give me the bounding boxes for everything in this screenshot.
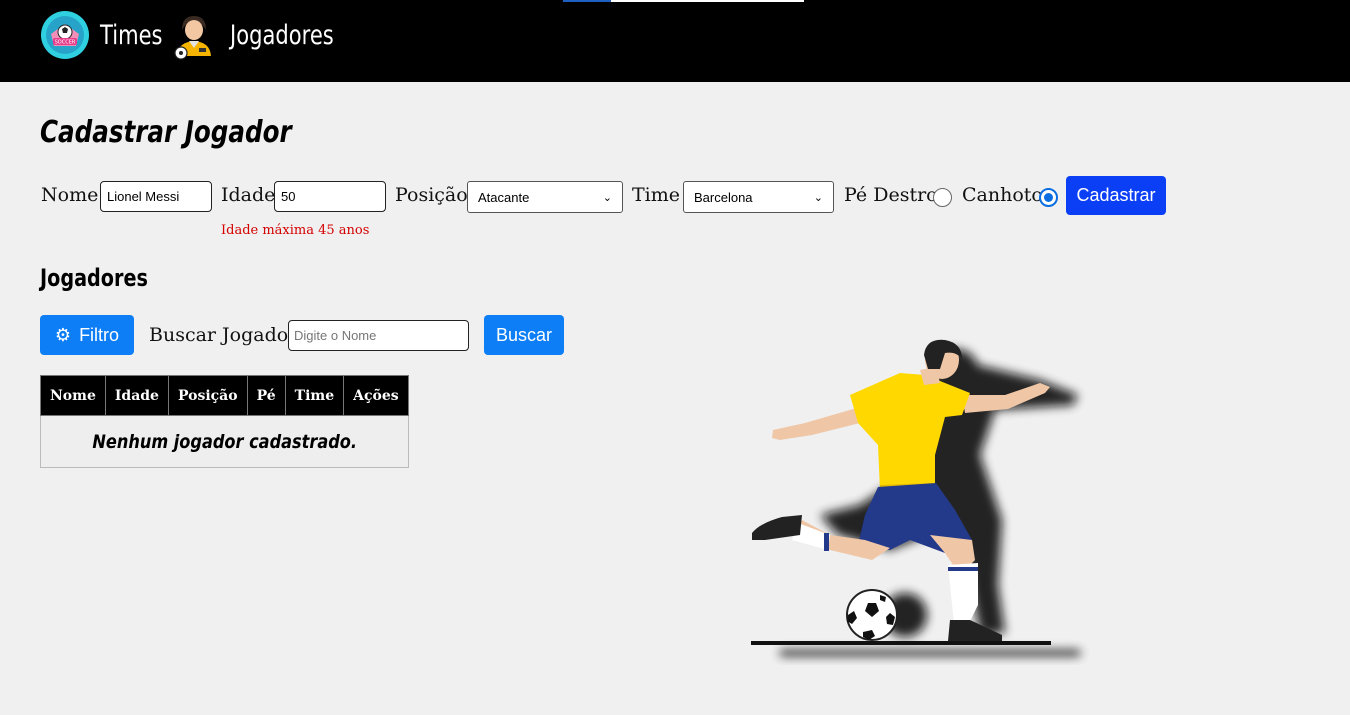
buscar-jogador-label: Buscar Jogador: [149, 324, 298, 346]
empty-message: Nenhum jogador cadastrado.: [91, 430, 357, 453]
column-header: Posição: [167, 375, 248, 416]
nome-input[interactable]: Lionel Messi: [100, 181, 212, 212]
player-icon: [174, 16, 211, 60]
time-select[interactable]: Barcelona ⌄: [683, 181, 834, 213]
cadastrar-button[interactable]: Cadastrar: [1066, 176, 1166, 215]
canhoto-radio[interactable]: [1039, 188, 1058, 207]
players-table: Nome Idade Posição Pé Time Ações Nenhum …: [40, 375, 409, 468]
section-title-jogadores: Jogadores: [40, 264, 148, 292]
filtro-button[interactable]: ⚙ Filtro: [40, 315, 134, 355]
nav-jogadores[interactable]: Jogadores: [172, 10, 363, 60]
idade-error-message: Idade máxima 45 anos: [221, 223, 370, 238]
column-header: Ações: [343, 375, 409, 416]
pe-destro-label: Pé Destro: [844, 184, 938, 206]
gear-icon: ⚙: [54, 324, 72, 345]
pe-destro-radio[interactable]: [933, 188, 952, 207]
filtro-label: Filtro: [79, 324, 120, 345]
top-navbar: SOCCER Times Jogadores: [0, 0, 1350, 82]
column-header: Pé: [246, 375, 286, 416]
loading-bar-fill: [563, 0, 612, 2]
page-title: Cadastrar Jogador: [40, 115, 292, 150]
nav-jogadores-label: Jogadores: [230, 19, 334, 51]
nav-times-label: Times: [100, 19, 163, 51]
canhoto-label: Canhoto: [962, 184, 1043, 206]
table-header-row: Nome Idade Posição Pé Time Ações: [40, 375, 409, 416]
time-label: Time: [632, 184, 681, 206]
nome-label: Nome: [41, 184, 99, 206]
nav-times[interactable]: SOCCER Times: [40, 10, 180, 60]
column-header: Time: [284, 375, 345, 416]
soccer-badge-icon: SOCCER: [41, 11, 89, 59]
column-header: Nome: [40, 375, 106, 416]
posicao-selected: Atacante: [478, 189, 530, 205]
loading-bar: [563, 0, 804, 2]
search-input[interactable]: Digite o Nome: [288, 320, 469, 351]
column-header: Idade: [104, 375, 169, 416]
buscar-button[interactable]: Buscar: [484, 315, 564, 355]
table-row: Nenhum jogador cadastrado.: [40, 415, 409, 468]
posicao-select[interactable]: Atacante ⌄: [467, 181, 623, 213]
soccer-player-illustration: [751, 339, 1080, 656]
svg-text:SOCCER: SOCCER: [55, 40, 76, 46]
posicao-label: Posição: [395, 184, 468, 206]
time-selected: Barcelona: [694, 189, 753, 205]
chevron-down-icon: ⌄: [813, 191, 823, 204]
empty-table-cell: Nenhum jogador cadastrado.: [40, 415, 409, 468]
chevron-down-icon: ⌄: [602, 191, 612, 204]
player-form: Nome Lionel Messi Idade 50 Posição Ataca…: [0, 176, 1350, 216]
idade-label: Idade: [221, 184, 276, 206]
idade-input[interactable]: 50: [274, 181, 386, 212]
